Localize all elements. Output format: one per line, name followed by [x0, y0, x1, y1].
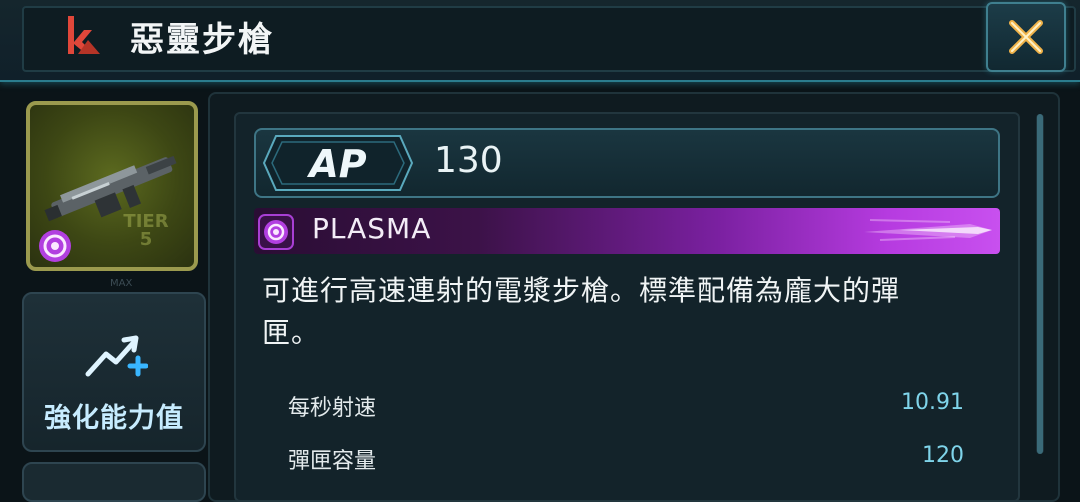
element-label: PLASMA	[312, 212, 432, 245]
close-x-icon	[1009, 20, 1043, 54]
plasma-icon	[258, 214, 294, 250]
sidebar-button-partial[interactable]	[22, 462, 206, 502]
weapon-portrait[interactable]: TIER 5	[26, 101, 198, 271]
stat-label: 每秒射速	[288, 396, 377, 421]
scrollbar-thumb[interactable]	[1037, 114, 1043, 454]
ap-label: AP	[306, 142, 366, 186]
stat-upgrade-icon	[85, 335, 148, 377]
stat-value: 120	[922, 443, 964, 468]
faction-emblem-icon	[68, 16, 100, 54]
stat-label: 彈匣容量	[288, 449, 377, 474]
close-button[interactable]	[986, 2, 1066, 72]
tier-watermark: TIER 5	[123, 211, 169, 250]
weapon-description: 可進行高速連射的電漿步槍。標準配備為龐大的彈匣。	[262, 274, 901, 349]
stat-value: 10.91	[901, 390, 964, 415]
enhance-stats-button[interactable]: 強化能力值	[22, 292, 206, 452]
stat-row-fire-rate: 每秒射速 10.91	[288, 390, 968, 424]
enhance-stats-label: 強化能力值	[44, 403, 184, 434]
title-bar: 惡靈步槍	[0, 0, 1080, 82]
plasma-icon	[39, 230, 71, 262]
plasma-streak-decoration	[864, 219, 992, 241]
max-label: MAX	[110, 278, 133, 289]
ap-badge: AP	[262, 135, 414, 191]
ap-value: 130	[434, 140, 503, 181]
stat-row-magazine: 彈匣容量 120	[288, 443, 968, 477]
page-title: 惡靈步槍	[130, 20, 274, 60]
